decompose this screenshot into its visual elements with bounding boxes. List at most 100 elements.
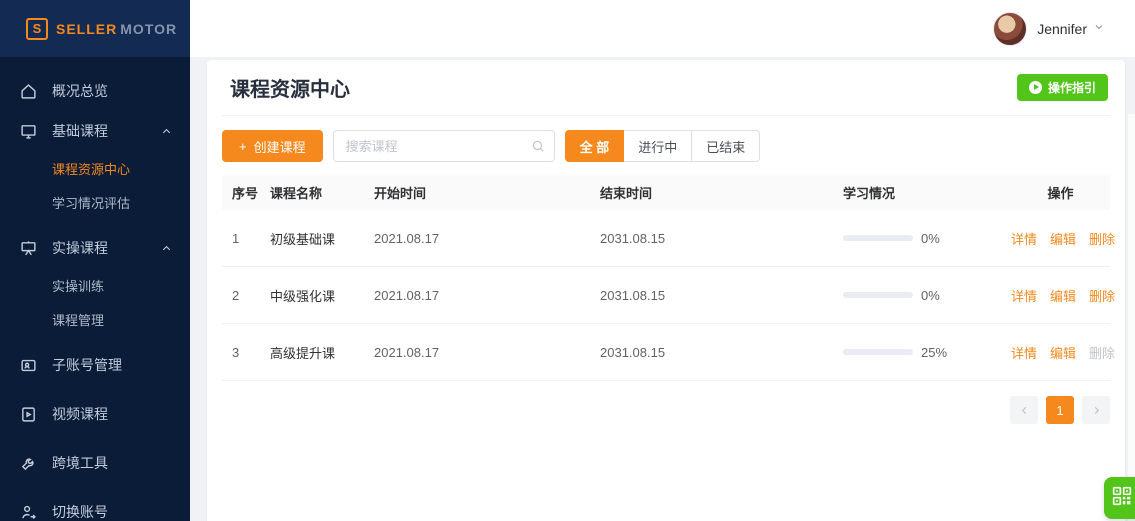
col-progress: 学习情况 [843, 186, 896, 201]
cell-end-date: 2031.08.15 [600, 287, 666, 303]
qr-code-float-button[interactable] [1104, 477, 1135, 519]
next-page-button[interactable] [1082, 396, 1110, 424]
table-row: 3 高级提升课 2021.08.17 2031.08.15 25% 详情 编辑 … [222, 324, 1135, 381]
delete-link: 删除 [1089, 345, 1116, 361]
edit-link[interactable]: 编辑 [1050, 229, 1076, 248]
filter-row: + 创建课程 全 部 进行中 已结束 [222, 130, 1110, 162]
scrollbar-track[interactable] [1128, 114, 1135, 521]
progress-label: 25% [921, 344, 948, 360]
delete-link[interactable]: 删除 [1089, 286, 1115, 305]
brand-name-seller: SELLER [56, 20, 118, 37]
col-end: 结束时间 [600, 186, 653, 201]
brand-icon: S [26, 17, 48, 40]
operation-guide-button[interactable]: 操作指引 [1016, 74, 1108, 101]
sidebar-item-video-courses[interactable]: 视频课程 [0, 394, 190, 434]
progress-label: 0% [921, 287, 940, 303]
tab-all[interactable]: 全 部 [564, 130, 625, 162]
home-icon [20, 83, 37, 100]
brand-name-motor: MOTOR [120, 20, 178, 37]
progress-track [843, 292, 913, 298]
create-course-button[interactable]: + 创建课程 [222, 130, 323, 162]
edit-link[interactable]: 编辑 [1050, 343, 1076, 362]
play-icon [1028, 81, 1042, 94]
col-no: 序号 [232, 186, 259, 201]
sidebar-item-label: 实操课程 [52, 240, 108, 256]
sidebar-item-overview[interactable]: 概况总览 [0, 71, 190, 111]
cell-no: 2 [232, 287, 240, 303]
idcard-icon [20, 357, 37, 374]
cell-actions: 详情 编辑 删除 成绩预览 [1011, 286, 1135, 305]
course-table: 序号 课程名称 开始时间 结束时间 学习情况 操作 1 初级基础课 2021.0… [222, 175, 1135, 381]
status-tabs: 全 部 进行中 已结束 [564, 130, 761, 162]
topbar: Jennifer [190, 0, 1135, 57]
progress-track [843, 349, 913, 355]
edit-link[interactable]: 编辑 [1050, 286, 1076, 305]
sidebar-item-switch-account[interactable]: 切换账号 [0, 492, 190, 521]
switch-user-icon [20, 504, 37, 521]
prev-page-button[interactable] [1010, 396, 1038, 424]
cell-actions: 详情 编辑 删除 成绩预览 [1011, 343, 1135, 362]
sidebar-item-label: 子账号管理 [52, 357, 122, 373]
sidebar-item-label: 视频课程 [52, 406, 108, 422]
sidebar-item-crossborder-tools[interactable]: 跨境工具 [0, 443, 190, 483]
cell-no: 3 [232, 344, 240, 360]
cell-course-name: 高级提升课 [270, 345, 336, 361]
delete-link[interactable]: 删除 [1089, 229, 1115, 248]
sidebar-item-subaccount-management[interactable]: 子账号管理 [0, 345, 190, 385]
sidebar-subitem-label: 实操训练 [52, 278, 105, 294]
search-icon[interactable] [531, 139, 545, 158]
search-wrap [332, 130, 555, 162]
plus-icon: + [239, 138, 247, 154]
progress-track [843, 235, 913, 241]
sidebar-item-label: 概况总览 [52, 83, 108, 99]
detail-link[interactable]: 详情 [1011, 286, 1037, 305]
progress-label: 0% [921, 230, 940, 246]
monitor-icon [20, 123, 37, 140]
pagination: 1 [222, 396, 1110, 424]
sidebar-item-practical-training[interactable]: 实操训练 [0, 268, 190, 302]
page-number-1[interactable]: 1 [1046, 396, 1074, 424]
cell-start-date: 2021.08.17 [374, 344, 440, 360]
sidebar-item-basic-courses[interactable]: 基础课程 [0, 111, 190, 151]
cell-start-date: 2021.08.17 [374, 287, 440, 303]
user-name[interactable]: Jennifer [1037, 21, 1087, 37]
cell-actions: 详情 编辑 删除 成绩预览 [1011, 229, 1135, 248]
chevron-down-icon[interactable] [1093, 20, 1105, 38]
table-header: 序号 课程名称 开始时间 结束时间 学习情况 操作 [222, 175, 1110, 210]
tab-in-progress[interactable]: 进行中 [624, 130, 693, 162]
brand-logo[interactable]: S SELLER MOTOR [0, 0, 190, 57]
sidebar-item-practical-courses[interactable]: 实操课程 [0, 228, 190, 268]
sidebar-item-course-management[interactable]: 课程管理 [0, 302, 190, 336]
page-title: 课程资源中心 [230, 79, 350, 101]
avatar[interactable] [993, 11, 1028, 46]
sidebar: 概况总览 基础课程 课程资源中心 学习情况评估 实操课程 实操训练 课程管理 子… [0, 57, 190, 521]
video-icon [20, 406, 37, 423]
sidebar-item-learning-evaluation[interactable]: 学习情况评估 [0, 185, 190, 219]
detail-link[interactable]: 详情 [1011, 229, 1037, 248]
col-start: 开始时间 [374, 186, 427, 201]
cell-course-name: 初级基础课 [270, 231, 336, 247]
table-row: 2 中级强化课 2021.08.17 2031.08.15 0% 详情 编辑 删… [222, 267, 1135, 324]
sidebar-item-label: 跨境工具 [52, 455, 108, 471]
main-area: 课程资源中心 操作指引 + 创建课程 全 部 进行中 已结束 [190, 57, 1135, 521]
sidebar-item-course-resource-center[interactable]: 课程资源中心 [0, 151, 190, 185]
col-name: 课程名称 [270, 186, 323, 201]
sidebar-item-label: 基础课程 [52, 123, 108, 139]
detail-link[interactable]: 详情 [1011, 343, 1037, 362]
cell-course-name: 中级强化课 [270, 288, 336, 304]
cell-end-date: 2031.08.15 [600, 344, 666, 360]
cell-progress: 25% [843, 345, 1011, 360]
sidebar-subitem-label: 课程管理 [52, 312, 105, 328]
chevron-up-icon [161, 243, 172, 254]
cell-end-date: 2031.08.15 [600, 230, 666, 246]
operation-guide-label: 操作指引 [1047, 81, 1096, 95]
wrench-icon [20, 455, 37, 472]
cell-no: 1 [232, 230, 240, 246]
tab-finished[interactable]: 已结束 [692, 130, 761, 162]
qr-code-icon [1112, 486, 1132, 511]
sidebar-subitem-label: 课程资源中心 [52, 161, 131, 177]
search-input[interactable] [332, 130, 555, 162]
cell-progress: 0% [843, 288, 1011, 303]
sidebar-item-label: 切换账号 [52, 504, 108, 520]
create-course-label: 创建课程 [253, 139, 306, 155]
